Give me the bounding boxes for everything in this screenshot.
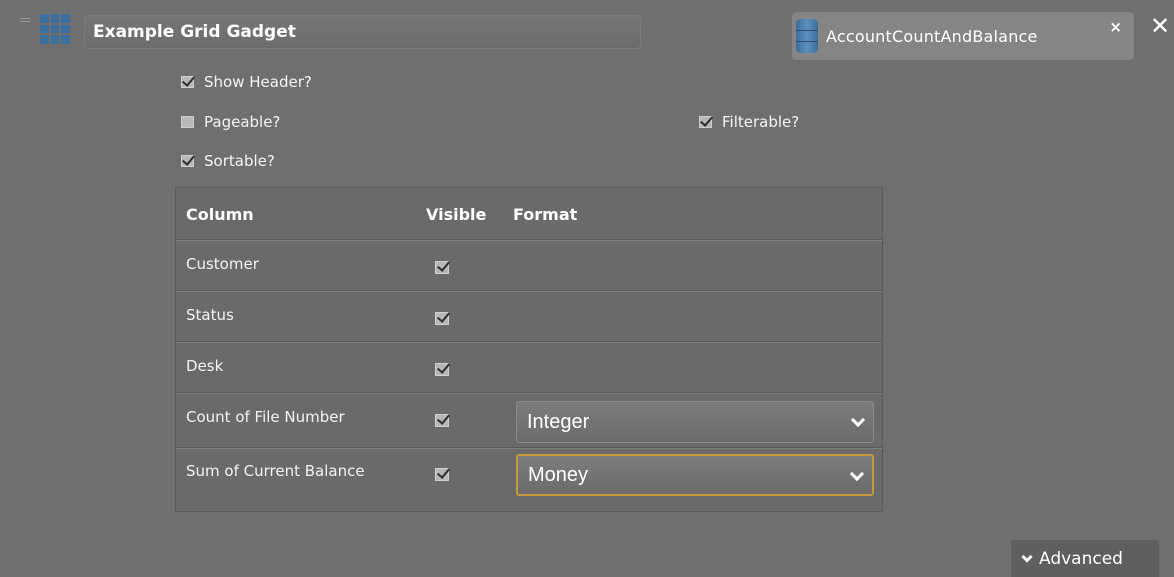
filterable-label: Filterable?: [722, 113, 800, 131]
show-header-checkbox[interactable]: [181, 76, 194, 88]
sortable-option[interactable]: Sortable?: [181, 152, 275, 170]
chevron-down-icon: [849, 466, 865, 482]
table-row: Customer: [176, 240, 882, 291]
column-name: Customer: [186, 255, 259, 273]
pageable-checkbox[interactable]: [181, 116, 194, 128]
format-select-integer[interactable]: Integer: [516, 401, 874, 443]
table-row: Sum of Current Balance Money: [176, 448, 882, 508]
format-select-money[interactable]: Money: [516, 454, 874, 496]
data-source-label: AccountCountAndBalance: [826, 26, 1038, 46]
column-name: Count of File Number: [186, 408, 345, 426]
table-row: Desk: [176, 342, 882, 393]
show-header-label: Show Header?: [204, 73, 312, 91]
column-name: Sum of Current Balance: [186, 462, 365, 480]
visible-checkbox[interactable]: [435, 363, 449, 376]
column-name: Status: [186, 306, 234, 324]
visible-checkbox[interactable]: [435, 414, 449, 427]
data-source-close-icon[interactable]: ×: [1109, 18, 1122, 36]
filterable-checkbox[interactable]: [699, 116, 712, 128]
pageable-label: Pageable?: [204, 113, 281, 131]
sortable-checkbox[interactable]: [181, 155, 194, 167]
format-header: Format: [513, 205, 578, 224]
grid-gadget-editor: Example Grid Gadget AccountCountAndBalan…: [0, 0, 1174, 577]
advanced-button[interactable]: Advanced: [1011, 540, 1159, 577]
column-settings-table: Column Visible Format Customer Status De…: [175, 187, 883, 512]
column-name: Desk: [186, 357, 224, 375]
visible-checkbox[interactable]: [435, 261, 449, 274]
format-select-value: Integer: [527, 410, 590, 433]
visible-checkbox[interactable]: [435, 468, 449, 481]
chevron-down-icon: [850, 412, 866, 428]
gadget-title-input[interactable]: Example Grid Gadget: [84, 15, 641, 49]
format-select-value: Money: [528, 463, 589, 486]
visible-checkbox[interactable]: [435, 312, 449, 325]
drag-handle-icon[interactable]: [20, 18, 30, 22]
visible-header: Visible: [426, 205, 487, 224]
table-row: Status: [176, 291, 882, 342]
pageable-option[interactable]: Pageable?: [181, 113, 280, 131]
data-source-tab[interactable]: AccountCountAndBalance ×: [792, 12, 1134, 60]
filterable-option[interactable]: Filterable?: [699, 113, 799, 131]
advanced-label: Advanced: [1039, 548, 1123, 569]
gadget-close-icon[interactable]: ✕: [1148, 13, 1172, 39]
show-header-option[interactable]: Show Header?: [181, 73, 312, 91]
column-header: Column: [186, 205, 254, 224]
database-icon: [796, 19, 818, 53]
chevron-down-icon: [1021, 550, 1033, 563]
sortable-label: Sortable?: [204, 152, 275, 170]
table-row: Count of File Number Integer: [176, 393, 882, 448]
table-header-row: Column Visible Format: [176, 188, 882, 240]
grid-gadget-icon: [40, 14, 70, 44]
